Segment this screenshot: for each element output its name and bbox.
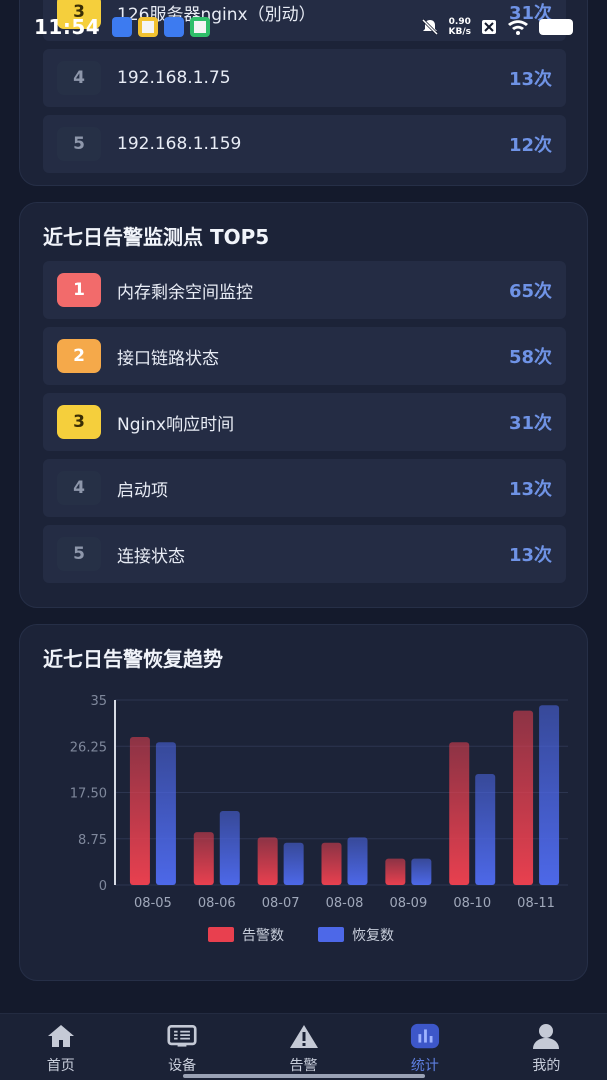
y-tick-label: 35 [90,694,107,709]
monitor-rank-row[interactable]: 1 内存剩余空间监控 65次 [43,261,566,319]
trend-card: 近七日告警恢复趋势 0 8.75 17.50 26.25 35 08-05 08-06 08-… [19,624,588,981]
trend-bar-chart: 0 8.75 17.50 26.25 35 08-05 08-06 08-07 08-08 08-… [70,694,568,944]
monitor-top5-card: 近七日告警监测点 TOP5 1 内存剩余空间监控 65次 2 接口链路状态 58次 3 Ngi… [19,202,588,608]
status-time: 11:54 [34,15,101,39]
net-speed: 0.90 KB/s [449,17,471,37]
bar-告警数 [449,742,470,885]
monitor-rank-list: 1 内存剩余空间监控 65次 2 接口链路状态 58次 3 Nginx响应时间 31次 4 启动项 1… [43,261,566,591]
rank-label: 启动项 [117,480,168,501]
y-tick-label: 0 [99,879,107,894]
bar-恢复数 [283,842,304,885]
monitor-rank-row[interactable]: 4 启动项 13次 [43,459,566,517]
nav-item-home[interactable]: 首页 [0,1014,121,1080]
y-tick-label: 8.75 [78,833,107,848]
rank-label: 192.168.1.159 [117,134,242,154]
bar-告警数 [513,710,534,885]
server-rank-row[interactable]: 5 192.168.1.159 12次 [43,115,566,173]
nav-item-stats[interactable]: 统计 [364,1014,485,1080]
monitor-rank-row[interactable]: 3 Nginx响应时间 31次 [43,393,566,451]
bottom-nav: 首页 设备 告警 统计 我的 [0,1013,607,1080]
bar-恢复数 [155,742,176,885]
nav-label: 统计 [410,1058,439,1074]
mute-bell-icon [421,18,438,36]
monitor-rank-row[interactable]: 2 接口链路状态 58次 [43,327,566,385]
bar-告警数 [321,842,342,885]
monitor-top5-title: 近七日告警监测点 TOP5 [43,225,270,249]
net-speed-value: 0.90 [448,17,471,27]
browser-app-icon [138,17,159,37]
x-tick-label: 08-10 [453,896,491,911]
bar-告警数 [193,832,214,885]
rank-label: 接口链路状态 [117,348,219,369]
y-tick-label: 26.25 [70,740,107,755]
bar-恢复数 [347,837,368,885]
x-tick-label: 08-05 [134,896,172,911]
x-tick-label: 08-07 [262,896,300,911]
x-tick-label: 08-08 [326,896,364,911]
status-app-icons [112,17,211,37]
monitor-rank-row[interactable]: 5 连接状态 13次 [43,525,566,583]
rank-count: 31次 [508,413,552,434]
rank-badge: 5 [57,537,101,571]
rank-badge: 3 [57,405,101,439]
rank-badge: 4 [57,61,101,95]
nav-label: 告警 [289,1058,318,1074]
rank-badge: 2 [57,339,101,373]
x-tick-label: 08-11 [517,896,555,911]
sim-off-icon [482,20,496,34]
rank-count: 58次 [508,347,552,368]
rank-badge: 5 [57,127,101,161]
rank-count: 13次 [508,69,552,90]
x-tick-label: 08-06 [198,896,236,911]
nav-item-device[interactable]: 设备 [121,1014,242,1080]
bar-恢复数 [219,811,240,885]
browser-app-icon-2 [190,17,211,37]
legend-label: 恢复数 [352,927,394,944]
nav-item-alert[interactable]: 告警 [243,1014,364,1080]
legend-label: 告警数 [242,928,284,944]
battery-icon [539,19,573,35]
legend-swatch [208,927,234,942]
profile-icon [531,1022,561,1050]
nav-label: 设备 [168,1058,197,1074]
server-rank-row[interactable]: 4 192.168.1.75 13次 [43,49,566,107]
bar-告警数 [257,837,278,885]
rank-badge: 1 [57,273,101,307]
stats-icon [410,1022,440,1050]
rank-badge: 4 [57,471,101,505]
bar-告警数 [129,737,150,885]
y-tick-label: 17.50 [70,787,107,802]
home-icon [46,1022,76,1050]
bar-恢复数 [411,858,432,885]
status-indicators: 0.90 KB/s [421,17,573,37]
nav-label: 首页 [46,1058,75,1074]
home-indicator[interactable] [183,1074,425,1078]
nav-label: 我的 [532,1058,561,1074]
device-icon [167,1022,197,1050]
status-bar: 11:54 0.90 KB/s [0,0,607,54]
rank-label: Nginx响应时间 [117,414,235,435]
notification-app-icon [112,17,133,37]
rank-count: 65次 [508,281,552,302]
rank-label: 连接状态 [117,546,185,567]
bar-告警数 [385,858,406,885]
legend-swatch [318,927,344,942]
rank-count: 12次 [508,135,552,156]
rank-count: 13次 [508,545,552,566]
rank-count: 13次 [508,479,552,500]
bar-恢复数 [539,705,560,885]
rank-label: 192.168.1.75 [117,68,231,88]
alert-icon [289,1022,319,1050]
x-tick-label: 08-09 [389,896,427,911]
bar-恢复数 [475,774,496,885]
wifi-icon [508,20,528,35]
usb-app-icon [164,17,185,37]
rank-label: 内存剩余空间监控 [117,282,253,303]
nav-item-profile[interactable]: 我的 [486,1014,607,1080]
net-speed-unit: KB/s [448,27,471,37]
